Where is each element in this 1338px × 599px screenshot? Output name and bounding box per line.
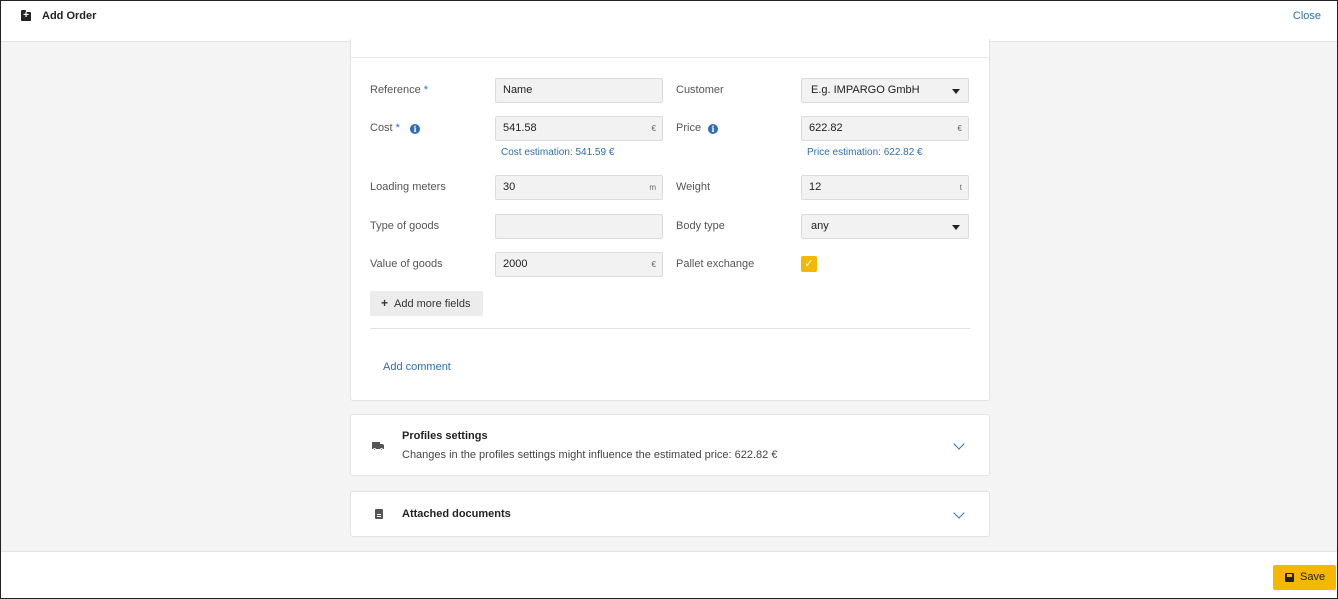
reference-input[interactable]: Name xyxy=(495,78,663,103)
type-of-goods-input[interactable] xyxy=(495,214,663,239)
info-icon[interactable]: i xyxy=(708,124,718,134)
plus-icon: + xyxy=(381,296,389,310)
customer-label: Customer xyxy=(676,84,724,96)
body-type-value: any xyxy=(811,220,829,232)
cost-input[interactable]: 541.58 € xyxy=(495,116,663,141)
value-of-goods-label: Value of goods xyxy=(370,258,443,270)
floppy-disk-icon xyxy=(1285,573,1294,582)
weight-value: 12 xyxy=(809,181,822,193)
save-button[interactable]: Save xyxy=(1273,565,1336,590)
value-of-goods-unit: € xyxy=(651,260,656,269)
price-estimation: Price estimation: 622.82 € xyxy=(807,147,923,158)
price-unit: € xyxy=(957,124,962,133)
loading-meters-label: Loading meters xyxy=(370,181,446,193)
add-comment-link[interactable]: Add comment xyxy=(383,361,451,373)
chevron-down-icon[interactable] xyxy=(953,507,965,519)
header-bar: Add Order Close xyxy=(1,1,1337,42)
chevron-down-icon[interactable] xyxy=(953,438,965,450)
weight-label: Weight xyxy=(676,181,711,193)
document-icon xyxy=(375,509,383,519)
info-icon[interactable]: i xyxy=(410,124,420,134)
price-input[interactable]: 622.82 € xyxy=(801,116,969,141)
cost-estimation: Cost estimation: 541.59 € xyxy=(501,147,615,158)
loading-meters-unit: m xyxy=(649,183,656,192)
footer-bar: Save xyxy=(1,551,1337,598)
page-title: Add Order xyxy=(42,10,97,22)
cost-label: Cost * xyxy=(370,122,400,134)
body-type-label: Body type xyxy=(676,220,725,232)
attached-documents-title: Attached documents xyxy=(402,508,511,520)
reference-label: Reference * xyxy=(370,84,429,96)
required-mark: * xyxy=(423,84,429,96)
cost-value: 541.58 xyxy=(503,122,537,134)
loading-meters-input[interactable]: 30 m xyxy=(495,175,663,200)
weight-input[interactable]: 12 t xyxy=(801,175,969,200)
caret-down-icon xyxy=(952,225,960,230)
loading-meters-value: 30 xyxy=(503,181,516,193)
add-order-window: Add Order Close Reference* Name Customer… xyxy=(0,0,1338,599)
profiles-settings-panel[interactable]: Profiles settings Changes in the profile… xyxy=(350,414,990,476)
reference-value: Name xyxy=(503,84,533,96)
profiles-settings-title: Profiles settings xyxy=(402,430,488,442)
pallet-exchange-label: Pallet exchange xyxy=(676,258,755,270)
profiles-settings-subtitle: Changes in the profiles settings might i… xyxy=(402,449,778,461)
form-divider xyxy=(370,328,970,329)
add-more-fields-button[interactable]: + Add more fields xyxy=(370,291,483,316)
weight-unit: t xyxy=(959,183,962,192)
value-of-goods-value: 2000 xyxy=(503,258,528,270)
add-more-fields-label: Add more fields xyxy=(394,298,471,310)
price-label: Price xyxy=(676,122,702,134)
customer-value: E.g. IMPARGO GmbH xyxy=(811,84,920,96)
truck-icon xyxy=(372,442,385,451)
card-top-divider xyxy=(351,57,989,58)
price-value: 622.82 xyxy=(809,122,843,134)
customer-select[interactable]: E.g. IMPARGO GmbH xyxy=(801,78,969,103)
pallet-exchange-checkbox[interactable]: ✓ xyxy=(801,256,817,272)
body-type-select[interactable]: any xyxy=(801,214,969,239)
caret-down-icon xyxy=(952,89,960,94)
save-label: Save xyxy=(1300,571,1326,583)
cost-unit: € xyxy=(651,124,656,133)
close-link[interactable]: Close xyxy=(1293,10,1321,22)
order-form-card: Reference * Name Customer E.g. IMPARGO Gm… xyxy=(350,39,990,401)
value-of-goods-input[interactable]: 2000 € xyxy=(495,252,663,277)
required-mark: * xyxy=(395,122,400,134)
attached-documents-panel[interactable]: Attached documents xyxy=(350,491,990,537)
add-folder-icon xyxy=(21,10,31,22)
type-of-goods-label: Type of goods xyxy=(370,220,440,232)
